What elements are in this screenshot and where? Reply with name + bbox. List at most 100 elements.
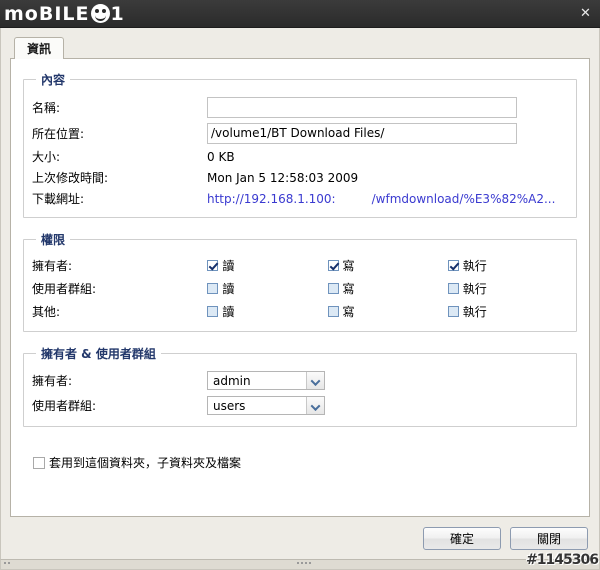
value-download-url[interactable]: http://192.168.1.100: /wfmdownload/%E3%82… (207, 188, 568, 209)
permissions-group: 權限 擁有者: 讀 寫 執行 使用者群組: 讀 寫 執行 其他: 讀 寫 執行 (23, 231, 577, 332)
cell-owner-write: 寫 (327, 254, 448, 277)
cell-others-write: 寫 (327, 300, 448, 323)
ownership-group-legend: 擁有者 & 使用者群組 (41, 347, 156, 361)
permission-row-others: 其他: 讀 寫 執行 (32, 300, 568, 323)
permission-row-owner: 擁有者: 讀 寫 執行 (32, 254, 568, 277)
name-input[interactable] (207, 96, 517, 118)
checkbox-box (33, 456, 45, 469)
permissions-table: 擁有者: 讀 寫 執行 使用者群組: 讀 寫 執行 其他: 讀 寫 執行 (32, 254, 568, 323)
label-last-modified: 上次修改時間: (32, 171, 109, 185)
mobile01-logo: moBILE 1 (4, 3, 124, 25)
content-group: 內容 名稱: 所在位置: 大小: (23, 71, 577, 218)
checkbox-label: 讀 (222, 259, 235, 273)
status-bar (0, 559, 600, 570)
checkbox-group-write[interactable]: 寫 (327, 280, 355, 297)
checkbox-owner-read[interactable]: 讀 (207, 257, 234, 274)
download-url-path: /wfmdownload/%E3%82%A2... (371, 191, 556, 206)
permission-row-group: 使用者群組: 讀 寫 執行 (32, 277, 568, 300)
checkbox-box (447, 306, 459, 317)
checkbox-apply-recursive[interactable]: 套用到這個資料夾，子資料夾及檔案 (33, 454, 241, 471)
cell-group-select: users (207, 393, 568, 418)
checkbox-label: 寫 (342, 259, 355, 273)
checkbox-others-read[interactable]: 讀 (207, 303, 234, 320)
resize-grip[interactable] (579, 562, 593, 564)
checkbox-box (207, 260, 219, 271)
grip-center (297, 562, 311, 564)
label-download-url: 下載網址: (32, 192, 85, 206)
ok-button[interactable]: 確定 (423, 526, 501, 550)
dialog-body: 資訊 內容 名稱: 所在位置: /volume1/BT Download Fil… (0, 28, 600, 517)
owner-select-value: admin (213, 373, 251, 388)
checkbox-box (327, 283, 339, 294)
checkbox-label: 寫 (342, 282, 355, 296)
checkbox-label: 執行 (462, 305, 487, 319)
group-select-value: users (213, 398, 246, 413)
field-row-modified: 上次修改時間: Mon Jan 5 12:58:03 2009 (32, 167, 568, 188)
ownership-group: 擁有者 & 使用者群組 擁有者: admin 使用者群組: users (23, 345, 577, 427)
checkbox-group-read[interactable]: 讀 (207, 280, 234, 297)
checkbox-label: 讀 (222, 305, 235, 319)
label-location: 所在位置: (32, 126, 85, 141)
cell-group-execute: 執行 (447, 277, 568, 300)
cell-name-input (207, 94, 568, 120)
close-button[interactable]: 關閉 (510, 526, 588, 550)
value-size: 0 KB (207, 149, 235, 164)
close-icon[interactable]: ✕ (577, 5, 594, 22)
checkbox-box (327, 260, 339, 271)
checkbox-label: 執行 (462, 259, 487, 273)
cell-location-input (207, 120, 568, 146)
checkbox-label: 寫 (342, 305, 355, 319)
field-row-location: 所在位置: (32, 120, 568, 146)
tab-panel-information: 內容 名稱: 所在位置: 大小: (10, 58, 590, 517)
label-owner-perm: 擁有者: (32, 259, 73, 273)
checkbox-label: 讀 (222, 282, 235, 296)
cell-others-read: 讀 (207, 300, 327, 323)
dialog-footer: 確定 關閉 (0, 517, 600, 559)
grip-left (4, 562, 10, 564)
checkbox-label: 套用到這個資料夾，子資料夾及檔案 (49, 456, 242, 470)
location-input[interactable] (207, 122, 517, 144)
cell-owner-select: admin (207, 368, 568, 393)
checkbox-owner-write[interactable]: 寫 (327, 257, 355, 274)
checkbox-others-write[interactable]: 寫 (327, 303, 355, 320)
field-row-download-url: 下載網址: http://192.168.1.100: /wfmdownload/… (32, 188, 568, 209)
owner-select[interactable]: admin (207, 371, 325, 390)
label-name: 名稱: (32, 100, 61, 115)
field-row-size: 大小: 0 KB (32, 146, 568, 167)
tab-information[interactable]: 資訊 (14, 37, 65, 59)
logo-suffix: 1 (110, 2, 124, 25)
ownership-row-owner: 擁有者: admin (32, 368, 568, 393)
ownership-table: 擁有者: admin 使用者群組: users (32, 368, 568, 418)
label-size: 大小: (32, 150, 61, 164)
cell-others-execute: 執行 (447, 300, 568, 323)
checkbox-box (207, 283, 219, 294)
tab-strip: 資訊 (14, 36, 590, 59)
permissions-group-legend: 權限 (41, 233, 66, 247)
logo-wordmark: moBILE (4, 2, 90, 25)
label-group-perm: 使用者群組: (32, 282, 97, 296)
ownership-row-group: 使用者群組: users (32, 393, 568, 418)
checkbox-others-execute[interactable]: 執行 (447, 303, 487, 320)
checkbox-owner-execute[interactable]: 執行 (447, 257, 487, 274)
checkbox-box (207, 306, 219, 317)
checkbox-box (447, 283, 459, 294)
content-group-legend: 內容 (41, 73, 66, 87)
checkbox-box (447, 260, 459, 271)
file-properties-window: moBILE 1 ✕ 資訊 內容 名稱: 所在位置: /volume1/BT D… (0, 0, 600, 570)
checkbox-group-execute[interactable]: 執行 (447, 280, 487, 297)
apply-recursive-area: 套用到這個資料夾，子資料夾及檔案 (23, 440, 577, 472)
label-others-perm: 其他: (32, 305, 61, 319)
chevron-down-icon (306, 397, 324, 414)
checkbox-label: 執行 (462, 282, 487, 296)
smiley-icon (90, 4, 110, 23)
cell-group-read: 讀 (207, 277, 327, 300)
label-group-select: 使用者群組: (32, 399, 97, 413)
title-bar: moBILE 1 ✕ (0, 0, 600, 28)
download-url-host: http://192.168.1.100: (207, 191, 336, 206)
checkbox-box (327, 306, 339, 317)
cell-group-write: 寫 (327, 277, 448, 300)
group-select[interactable]: users (207, 396, 325, 415)
cell-owner-execute: 執行 (447, 254, 568, 277)
cell-owner-read: 讀 (207, 254, 327, 277)
chevron-down-icon (306, 372, 324, 389)
